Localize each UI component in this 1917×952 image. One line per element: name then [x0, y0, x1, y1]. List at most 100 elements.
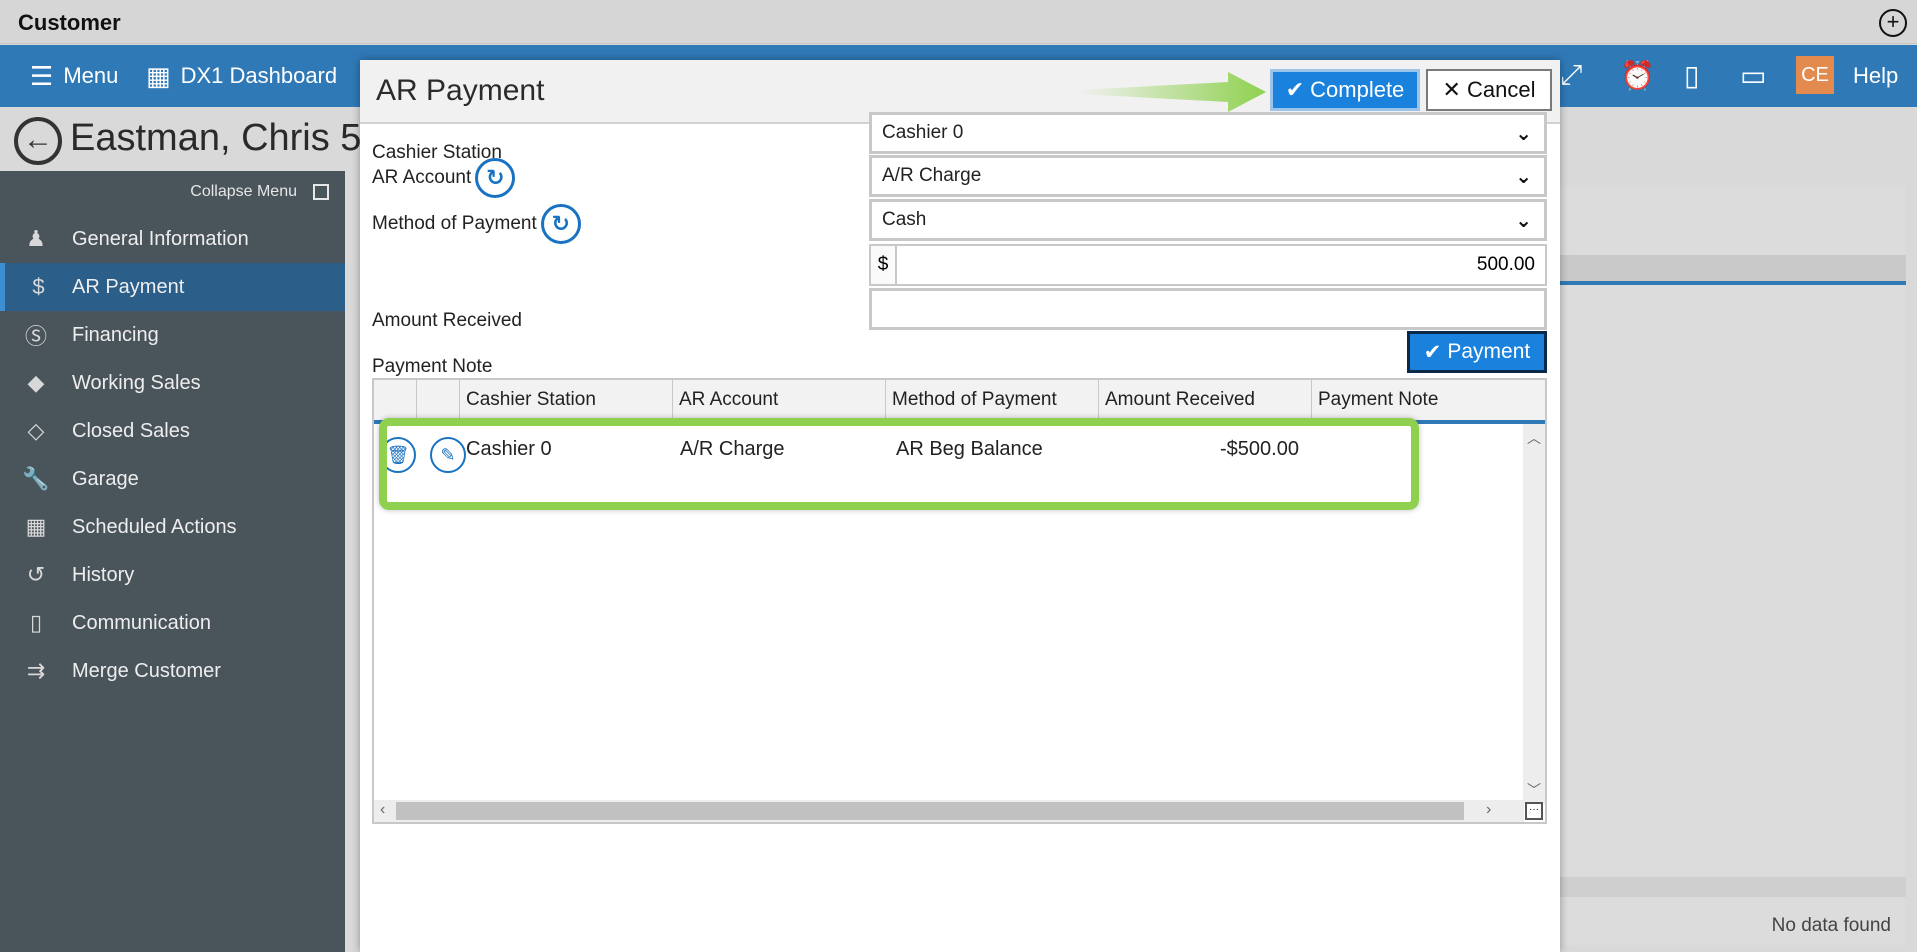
expand-icon[interactable]: ⤢ — [1560, 59, 1582, 92]
ar-account-select[interactable]: A/R Charge ⌄ — [869, 155, 1547, 197]
grid-header-edit — [417, 380, 460, 420]
currency-symbol: $ — [871, 246, 897, 284]
background-grid-header — [1541, 255, 1906, 285]
payment-button[interactable]: ✔ Payment — [1407, 331, 1547, 373]
collapse-icon — [313, 184, 329, 200]
chat-icon[interactable]: ▭ — [1740, 59, 1766, 92]
arrow-hint-icon — [1078, 72, 1266, 112]
back-arrow-icon[interactable]: ← — [14, 117, 62, 165]
dashboard-label: DX1 Dashboard — [180, 63, 338, 88]
title-bar: Customer + — [0, 0, 1917, 44]
sidebar-item-history[interactable]: ↺ History — [0, 551, 345, 599]
cashier-station-value: Cashier 0 — [882, 122, 964, 143]
ar-account-label: AR Account — [372, 167, 472, 188]
ar-account-value: A/R Charge — [882, 165, 982, 186]
alarm-clock-icon[interactable]: ⏰ — [1620, 59, 1655, 92]
cancel-button[interactable]: ✕ Cancel — [1426, 69, 1552, 111]
grid-header-method-of-payment[interactable]: Method of Payment — [886, 380, 1099, 420]
sidebar-item-general-information[interactable]: ♟ General Information — [0, 215, 345, 263]
phone-icon: ▯ — [29, 610, 43, 635]
vertical-scrollbar[interactable]: ︿ ﹀ — [1523, 424, 1545, 804]
chevron-left-icon[interactable]: ‹ — [380, 801, 385, 819]
tag-icon: ◆ — [27, 370, 45, 395]
sidebar-item-scheduled-actions[interactable]: ▦ Scheduled Actions — [0, 503, 345, 551]
method-of-payment-label: Method of Payment — [372, 213, 537, 234]
grid-header-payment-note[interactable]: Payment Note — [1312, 380, 1545, 420]
sidebar-item-financing[interactable]: Ⓢ Financing — [0, 311, 345, 359]
amount-received-label: Amount Received — [372, 310, 522, 331]
sidebar-item-closed-sales[interactable]: ◇ Closed Sales — [0, 407, 345, 455]
cancel-label: Cancel — [1466, 77, 1536, 102]
ar-account-row: AR Account ↻ — [372, 158, 516, 198]
chevron-down-icon: ⌄ — [1515, 210, 1532, 232]
app-title: Customer — [18, 10, 121, 35]
sidebar-item-label: Garage — [72, 467, 139, 490]
wrench-icon: 🔧 — [22, 466, 50, 491]
merge-icon: ⇉ — [26, 658, 46, 683]
chevron-down-icon[interactable]: ﹀ — [1527, 780, 1541, 800]
refresh-icon[interactable]: ↻ — [475, 158, 516, 198]
grid-header-amount-received[interactable]: Amount Received — [1099, 380, 1312, 420]
sidebar-item-label: Scheduled Actions — [72, 515, 237, 538]
close-icon: ✕ — [1442, 77, 1461, 102]
chevron-up-icon[interactable]: ︿ — [1527, 428, 1541, 448]
method-of-payment-value: Cash — [882, 209, 927, 230]
payments-grid: Cashier Station AR Account Method of Pay… — [372, 378, 1547, 824]
menu-label: Menu — [63, 63, 119, 88]
chevron-down-icon: ⌄ — [1515, 123, 1532, 145]
history-icon: ↺ — [26, 562, 46, 587]
background-panel: No data found — [1540, 185, 1906, 945]
sidebar: Collapse Menu ♟ General Information $ AR… — [0, 171, 345, 952]
column-chooser-icon[interactable]: ··· — [1525, 802, 1543, 820]
user-avatar[interactable]: CE — [1796, 56, 1834, 94]
person-icon: ♟ — [26, 226, 46, 251]
sidebar-item-label: AR Payment — [72, 275, 185, 298]
amount-received-field[interactable]: $ 500.00 — [869, 244, 1547, 286]
menu-button[interactable]: ☰ Menu — [30, 45, 118, 107]
payment-label: Payment — [1447, 340, 1531, 363]
tags-icon: ◇ — [27, 418, 45, 443]
sidebar-item-communication[interactable]: ▯ Communication — [0, 599, 345, 647]
sidebar-item-label: Communication — [72, 611, 211, 634]
horizontal-scrollbar[interactable]: ‹ › — [374, 800, 1524, 822]
hamburger-icon: ☰ — [30, 60, 54, 91]
collapse-menu-button[interactable]: Collapse Menu — [190, 183, 329, 201]
customer-name: Eastman, Chris 5 — [70, 117, 362, 159]
row-highlight-annotation — [379, 418, 1419, 510]
sidebar-item-label: Financing — [72, 323, 159, 346]
sidebar-item-ar-payment[interactable]: $ AR Payment — [0, 263, 345, 311]
sidebar-item-merge-customer[interactable]: ⇉ Merge Customer — [0, 647, 345, 695]
dollar-ar-icon: $ — [32, 274, 45, 299]
sidebar-item-garage[interactable]: 🔧 Garage — [0, 455, 345, 503]
amount-received-value[interactable]: 500.00 — [897, 246, 1545, 284]
plus-circle-icon[interactable]: + — [1879, 9, 1907, 37]
sidebar-item-working-sales[interactable]: ◆ Working Sales — [0, 359, 345, 407]
payment-note-label: Payment Note — [372, 356, 493, 377]
customer-header: ← Eastman, Chris 5 — [0, 107, 362, 171]
phone-icon[interactable]: ▯ — [1684, 59, 1699, 92]
grid-header-cashier-station[interactable]: Cashier Station — [460, 380, 673, 420]
grid-header-ar-account[interactable]: AR Account — [673, 380, 886, 420]
complete-label: Complete — [1310, 77, 1405, 102]
check-icon: ✔ — [1423, 340, 1442, 364]
no-data-text: No data found — [1771, 915, 1891, 936]
dollar-circle-icon: Ⓢ — [24, 324, 47, 349]
scrollbar-thumb[interactable] — [396, 802, 1464, 820]
method-of-payment-select[interactable]: Cash ⌄ — [869, 199, 1547, 241]
dashboard-button[interactable]: ▦ DX1 Dashboard — [146, 45, 337, 107]
background-scrollbar[interactable] — [1541, 877, 1906, 897]
chevron-right-icon[interactable]: › — [1486, 801, 1491, 819]
sidebar-item-label: General Information — [72, 227, 249, 250]
dialog-title: AR Payment — [376, 74, 545, 107]
sidebar-item-label: Merge Customer — [72, 659, 221, 682]
cashier-station-select[interactable]: Cashier 0 ⌄ — [869, 112, 1547, 154]
collapse-menu-label: Collapse Menu — [190, 183, 297, 200]
refresh-icon[interactable]: ↻ — [540, 204, 581, 244]
calendar-icon: ▦ — [25, 514, 47, 539]
help-link[interactable]: Help — [1853, 63, 1898, 89]
complete-button[interactable]: ✔ Complete — [1270, 69, 1420, 111]
sidebar-item-label: Closed Sales — [72, 419, 190, 442]
payment-note-input[interactable] — [869, 288, 1547, 330]
check-icon: ✔ — [1285, 77, 1305, 102]
grid-header-delete — [374, 380, 417, 420]
